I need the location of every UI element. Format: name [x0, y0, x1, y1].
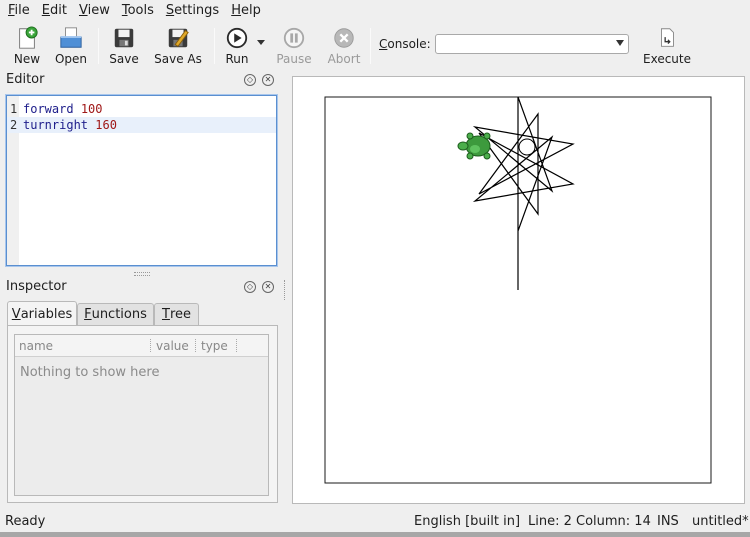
open-folder-icon [60, 27, 82, 48]
column-type[interactable]: type [201, 339, 228, 353]
chevron-down-icon [616, 40, 624, 46]
column-separator [236, 339, 237, 352]
open-button[interactable]: Open [54, 26, 88, 66]
new-file-icon [19, 26, 38, 49]
code-text: turnright 160 [23, 117, 117, 133]
inspector-title: Inspector [6, 279, 67, 294]
inspector-float-icon[interactable]: ◇ [244, 281, 256, 293]
column-separator [195, 339, 196, 352]
tab-tree[interactable]: Tree [154, 303, 199, 325]
line-number: 1 [10, 102, 18, 116]
toolbar: New Open Save Save As Run Pause Abort Ex… [0, 22, 750, 68]
save-button[interactable]: Save [107, 26, 141, 66]
status-language: English [built in] [414, 514, 521, 529]
save-as-icon [168, 28, 189, 48]
play-icon [226, 27, 248, 49]
toolbar-separator [214, 28, 215, 64]
window-bottom-edge [0, 532, 750, 537]
status-cursor-position: Line: 2 Column: 14 [528, 514, 651, 529]
console-combobox[interactable] [435, 34, 629, 54]
code-line-current[interactable]: 2 turnright 160 [7, 117, 276, 133]
empty-message: Nothing to show here [20, 365, 160, 380]
menu-bar: File Edit View Tools Settings Help [0, 0, 750, 21]
save-as-button[interactable]: Save As [152, 26, 204, 66]
turtle-canvas[interactable] [293, 77, 744, 503]
table-header: name value type [15, 335, 268, 357]
editor-title: Editor [6, 72, 45, 87]
status-file-name: untitled* [692, 514, 749, 529]
menu-edit[interactable]: Edit [36, 1, 73, 20]
editor-close-icon[interactable]: ✕ [262, 74, 274, 86]
column-name[interactable]: name [19, 339, 53, 353]
execute-icon [661, 28, 674, 47]
code-number: 160 [95, 118, 117, 132]
new-button[interactable]: New [12, 26, 42, 66]
open-label: Open [54, 52, 88, 66]
console-label: Console: [379, 37, 431, 51]
pause-button[interactable]: Pause [276, 26, 312, 66]
column-separator [150, 339, 151, 352]
status-insert-mode: INS [657, 514, 679, 529]
toolbar-separator [98, 28, 99, 64]
code-line[interactable]: 1 forward 100 [7, 101, 276, 117]
turtle-path-center [518, 138, 536, 156]
inspector-close-icon[interactable]: ✕ [262, 281, 274, 293]
editor-float-icon[interactable]: ◇ [244, 74, 256, 86]
pause-icon [283, 27, 305, 49]
code-editor[interactable]: 1 forward 100 2 turnright 160 [6, 95, 277, 266]
menu-help[interactable]: Help [225, 1, 267, 20]
save-label: Save [109, 52, 139, 66]
code-text: forward 100 [23, 101, 103, 117]
execute-label: Execute [643, 52, 691, 66]
pause-label: Pause [276, 52, 312, 66]
run-speed-dropdown[interactable] [257, 40, 265, 45]
abort-button[interactable]: Abort [326, 26, 362, 66]
toolbar-separator [370, 28, 371, 64]
save-as-label: Save As [154, 52, 202, 66]
canvas-area [292, 76, 745, 504]
code-keyword: forward [23, 102, 74, 116]
menu-view[interactable]: View [73, 1, 116, 20]
main-splitter-handle[interactable] [284, 280, 287, 300]
menu-tools[interactable]: Tools [116, 1, 160, 20]
run-label: Run [225, 52, 249, 66]
variables-table[interactable]: name value type Nothing to show here [14, 334, 269, 496]
run-button[interactable]: Run [223, 26, 251, 66]
new-label: New [13, 52, 41, 66]
save-disk-icon [114, 28, 134, 48]
tab-functions[interactable]: Functions [77, 303, 154, 325]
dock-splitter-handle[interactable] [134, 272, 150, 276]
code-keyword: turnright [23, 118, 89, 132]
menu-file[interactable]: File [2, 1, 36, 20]
menu-settings[interactable]: Settings [160, 1, 225, 20]
abort-label: Abort [327, 52, 361, 66]
line-number: 2 [10, 118, 18, 132]
abort-icon [334, 28, 354, 48]
status-bar: Ready English [built in] Line: 2 Column:… [0, 510, 750, 532]
status-state: Ready [5, 514, 46, 529]
tab-variables[interactable]: Variables [7, 301, 77, 326]
code-number: 100 [80, 102, 103, 116]
column-value[interactable]: value [156, 339, 189, 353]
execute-button[interactable]: Execute [642, 26, 692, 66]
